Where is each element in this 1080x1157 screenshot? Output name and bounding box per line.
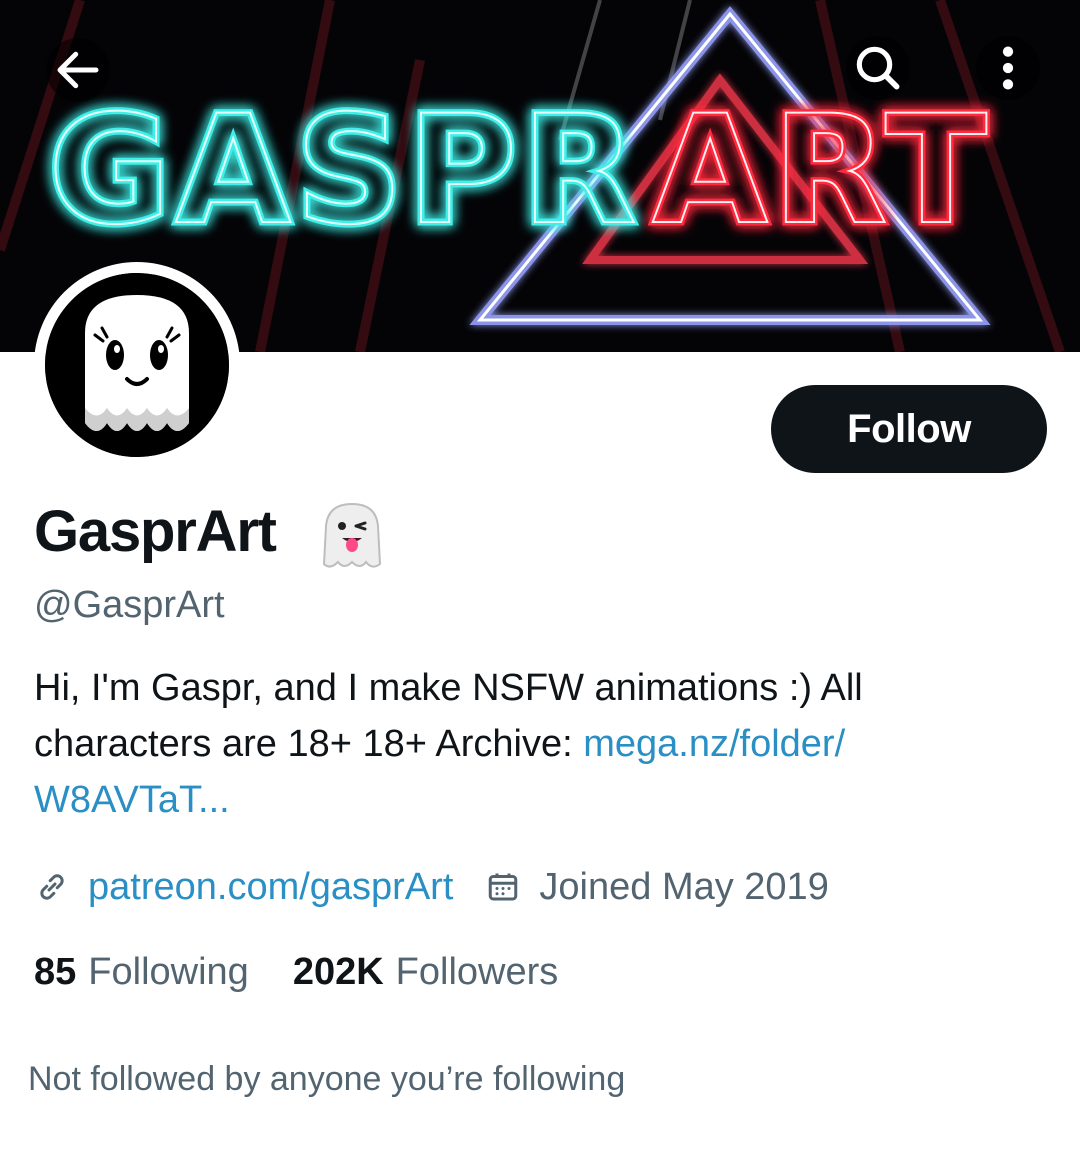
followers-count: 202K <box>292 950 384 993</box>
avatar[interactable] <box>34 262 240 468</box>
user-handle: @GasprArt <box>34 584 225 626</box>
back-arrow-icon <box>57 51 99 89</box>
calendar-icon <box>485 869 521 905</box>
followers-label: Followers <box>395 950 559 993</box>
follow-button[interactable]: Follow <box>771 385 1047 473</box>
search-button[interactable] <box>846 36 910 100</box>
mutual-followers-note: Not followed by anyone you’re following <box>28 1060 626 1098</box>
search-icon <box>856 46 900 90</box>
svg-text:ART: ART <box>652 84 991 258</box>
follow-stats: 85 Following 202K Followers <box>34 946 602 998</box>
link-icon <box>34 869 70 905</box>
followers-stat[interactable]: 202K Followers <box>293 951 558 994</box>
following-label: Following <box>88 950 249 993</box>
website-link[interactable]: patreon.com/gasprArt <box>88 866 453 909</box>
ghost-avatar-image <box>45 273 229 457</box>
back-button[interactable] <box>46 38 110 102</box>
more-options-button[interactable] <box>976 36 1040 100</box>
more-vertical-icon <box>1002 46 1014 90</box>
following-count: 85 <box>34 950 77 993</box>
joined-date: Joined May 2019 <box>539 865 829 908</box>
following-stat[interactable]: 85 Following <box>34 951 249 994</box>
profile-meta: patreon.com/gasprArt Joined May 2019 <box>34 862 829 912</box>
display-name: GasprArt <box>34 499 277 564</box>
bio: Hi, I'm Gaspr, and I make NSFW animation… <box>34 660 1034 828</box>
svg-text:GASPR: GASPR <box>48 84 641 258</box>
ghost-emoji-icon <box>322 502 382 568</box>
